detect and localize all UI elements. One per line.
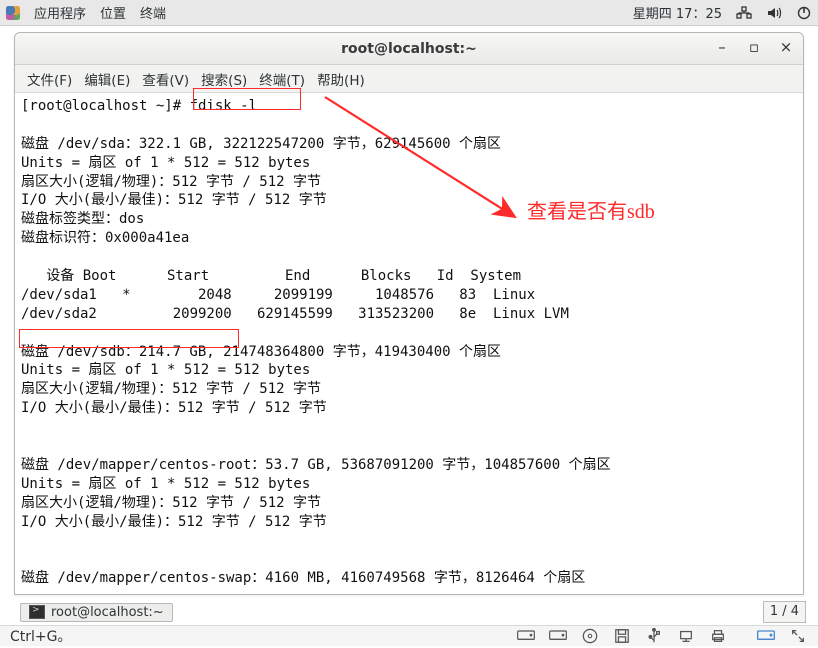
network-icon[interactable] [736,5,752,21]
floppy-icon[interactable] [612,628,632,644]
terminal-menubar: 文件(F) 编辑(E) 查看(V) 搜索(S) 终端(T) 帮助(H) [15,65,803,93]
menu-edit[interactable]: 编辑(E) [80,67,134,91]
menu-terminal[interactable]: 终端(T) [255,67,309,91]
terminal-titlebar[interactable]: root@localhost:~ – ▫ × [15,33,803,65]
taskbar-item-label: root@localhost:~ [51,605,164,620]
menu-search[interactable]: 搜索(S) [197,67,251,91]
gnome-top-panel: 应用程序 位置 终端 星期四 17：25 [0,0,818,26]
terminal-output[interactable]: [root@localhost ~]# fdisk -l 磁盘 /dev/sda… [15,93,803,594]
disc-icon[interactable] [580,628,600,644]
outer-status-bar: Ctrl+G。 [0,625,818,646]
gnome-window-list: root@localhost:~ 1 / 4 [14,599,812,625]
terminal-window: root@localhost:~ – ▫ × 文件(F) 编辑(E) 查看(V)… [14,32,804,595]
power-icon[interactable] [796,5,812,21]
menu-file[interactable]: 文件(F) [23,67,76,91]
panel-clock[interactable]: 星期四 17：25 [633,3,722,22]
editor-frame: root@localhost:~ – ▫ × 文件(F) 编辑(E) 查看(V)… [0,26,818,629]
hdd-icon[interactable] [516,628,536,644]
terminal-title: root@localhost:~ [341,41,477,57]
panel-terminal[interactable]: 终端 [140,3,166,22]
menu-view[interactable]: 查看(V) [138,67,193,91]
workspace-pager[interactable]: 1 / 4 [763,601,806,623]
maximize-button[interactable]: ▫ [743,37,765,59]
close-button[interactable]: × [775,37,797,59]
panel-places[interactable]: 位置 [100,3,126,22]
gnome-logo-icon [6,6,20,20]
volume-icon[interactable] [766,5,782,21]
expand-icon[interactable] [788,628,808,644]
terminal-icon [29,605,45,619]
minimize-button[interactable]: – [711,37,733,59]
hdd-icon[interactable] [548,628,568,644]
menu-help[interactable]: 帮助(H) [313,67,369,91]
status-text: Ctrl+G。 [10,626,72,646]
active-hdd-icon[interactable] [756,628,776,644]
printer-icon[interactable] [708,628,728,644]
network-icon[interactable] [676,628,696,644]
taskbar-item-terminal[interactable]: root@localhost:~ [20,603,173,622]
panel-applications[interactable]: 应用程序 [34,3,86,22]
usb-icon[interactable] [644,628,664,644]
